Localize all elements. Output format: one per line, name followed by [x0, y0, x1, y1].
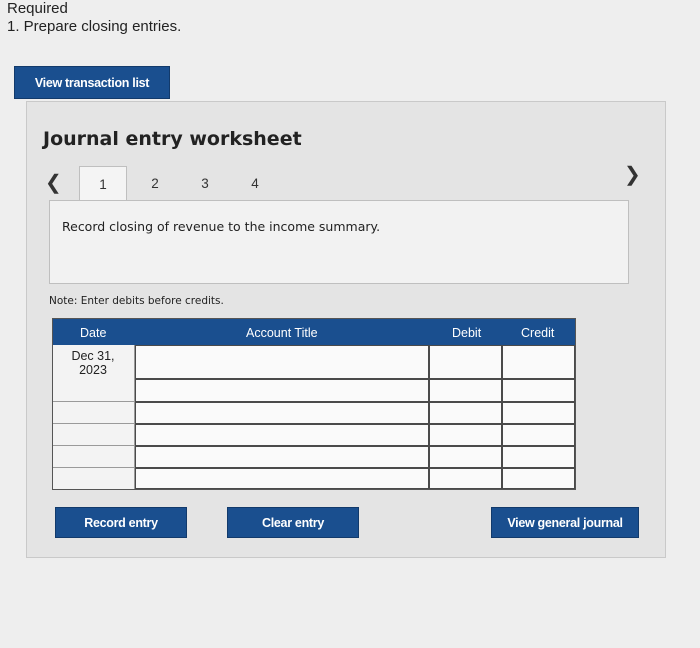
- view-transaction-list-button[interactable]: View transaction list: [14, 66, 170, 99]
- date-column-header: Date: [53, 319, 135, 345]
- journal-table: Date Account Title Debit Credit Dec 31, …: [52, 318, 576, 490]
- debit-input[interactable]: [429, 379, 502, 402]
- debit-header-label: Debit: [452, 326, 482, 340]
- clear-entry-button[interactable]: Clear entry: [227, 507, 359, 538]
- account-input[interactable]: [135, 379, 429, 402]
- chevron-left-icon[interactable]: ❮: [45, 170, 62, 195]
- account-input[interactable]: [135, 468, 429, 489]
- credit-column-header: Credit: [502, 319, 575, 345]
- account-column-header: Account Title: [135, 319, 429, 345]
- table-row-date: [53, 424, 135, 446]
- account-input[interactable]: [135, 424, 429, 446]
- record-entry-button[interactable]: Record entry: [55, 507, 187, 538]
- table-row-date: [53, 402, 135, 424]
- chevron-right-icon[interactable]: ❯: [624, 162, 641, 187]
- debit-input[interactable]: [429, 345, 502, 379]
- table-row-date: Dec 31, 2023: [53, 345, 135, 402]
- worksheet-title: Journal entry worksheet: [43, 128, 302, 150]
- debit-input[interactable]: [429, 446, 502, 468]
- required-heading: Required: [7, 0, 68, 17]
- tab-4[interactable]: 4: [231, 166, 279, 200]
- credit-input[interactable]: [502, 446, 575, 468]
- tab-2[interactable]: 2: [131, 166, 179, 200]
- credit-input[interactable]: [502, 345, 575, 379]
- credit-header-label: Credit: [521, 326, 555, 340]
- tab-1[interactable]: 1: [79, 166, 127, 202]
- note-text: Note: Enter debits before credits.: [49, 295, 224, 307]
- view-general-journal-button[interactable]: View general journal: [491, 507, 639, 538]
- table-row-date: [53, 446, 135, 468]
- credit-input[interactable]: [502, 379, 575, 402]
- prompt-box: Record closing of revenue to the income …: [49, 200, 629, 284]
- date-line2: 2023: [79, 363, 107, 377]
- table-row-date: [53, 468, 135, 489]
- account-header-label: Account Title: [246, 326, 318, 340]
- account-input[interactable]: [135, 446, 429, 468]
- date-header-label: Date: [80, 326, 107, 340]
- tab-3[interactable]: 3: [181, 166, 229, 200]
- credit-input[interactable]: [502, 402, 575, 424]
- prompt-text: Record closing of revenue to the income …: [62, 219, 381, 234]
- debit-column-header: Debit: [429, 319, 502, 345]
- date-line1: Dec 31,: [71, 349, 115, 363]
- debit-input[interactable]: [429, 468, 502, 489]
- account-input[interactable]: [135, 402, 429, 424]
- journal-worksheet-panel: Journal entry worksheet ❮ ❯ 1 2 3 4 Reco…: [26, 101, 666, 558]
- debit-input[interactable]: [429, 402, 502, 424]
- task-instruction: 1. Prepare closing entries.: [7, 18, 182, 35]
- credit-input[interactable]: [502, 468, 575, 489]
- account-input[interactable]: [135, 345, 429, 379]
- credit-input[interactable]: [502, 424, 575, 446]
- debit-input[interactable]: [429, 424, 502, 446]
